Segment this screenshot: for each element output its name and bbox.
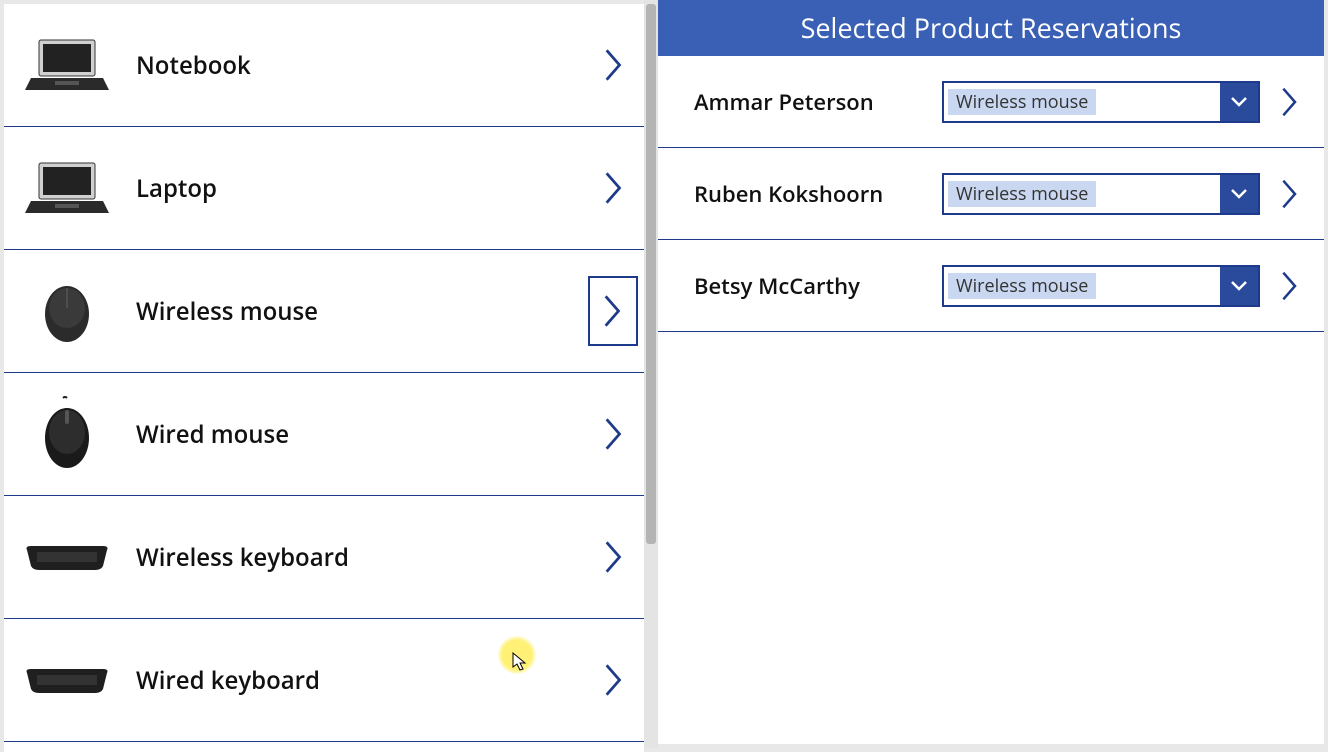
chevron-right-icon[interactable] bbox=[590, 410, 638, 458]
dropdown-value: Wireless mouse bbox=[948, 89, 1096, 115]
chevron-right-icon[interactable] bbox=[1270, 177, 1310, 211]
chevron-down-icon[interactable] bbox=[1220, 267, 1258, 305]
chevron-right-icon[interactable] bbox=[590, 164, 638, 212]
product-label: Wired mouse bbox=[136, 418, 590, 451]
reservation-row: Ruben Kokshoorn Wireless mouse bbox=[658, 148, 1324, 240]
product-dropdown[interactable]: Wireless mouse bbox=[942, 173, 1260, 215]
chevron-right-icon[interactable] bbox=[1270, 85, 1310, 119]
product-thumb-icon bbox=[22, 30, 112, 100]
reservation-row: Ammar Peterson Wireless mouse bbox=[658, 56, 1324, 148]
product-row[interactable]: Wired mouse bbox=[4, 373, 644, 496]
chevron-right-icon[interactable] bbox=[590, 656, 638, 704]
product-row[interactable]: Wired keyboard bbox=[4, 619, 644, 742]
product-dropdown[interactable]: Wireless mouse bbox=[942, 81, 1260, 123]
product-thumb-icon bbox=[22, 645, 112, 715]
product-thumb-icon bbox=[22, 153, 112, 223]
reservation-row: Betsy McCarthy Wireless mouse bbox=[658, 240, 1324, 332]
product-label: Notebook bbox=[136, 49, 590, 82]
dropdown-value: Wireless mouse bbox=[948, 181, 1096, 207]
reservations-title: Selected Product Reservations bbox=[658, 0, 1324, 56]
product-thumb-icon bbox=[22, 522, 112, 592]
product-list: Notebook Laptop Wireless mouse Wired mou… bbox=[4, 4, 644, 752]
product-thumb-icon bbox=[22, 276, 112, 346]
product-row[interactable]: Wireless keyboard bbox=[4, 496, 644, 619]
chevron-right-icon[interactable] bbox=[1270, 269, 1310, 303]
product-row[interactable]: Notebook bbox=[4, 4, 644, 127]
product-dropdown[interactable]: Wireless mouse bbox=[942, 265, 1260, 307]
product-label: Wireless mouse bbox=[136, 295, 588, 328]
chevron-down-icon[interactable] bbox=[1220, 83, 1258, 121]
chevron-right-icon[interactable] bbox=[588, 276, 638, 346]
product-label: Laptop bbox=[136, 172, 590, 205]
chevron-down-icon[interactable] bbox=[1220, 175, 1258, 213]
reservations-panel: Selected Product Reservations Ammar Pete… bbox=[658, 0, 1324, 744]
scrollbar-thumb[interactable] bbox=[646, 4, 656, 544]
product-row[interactable]: Laptop bbox=[4, 127, 644, 250]
chevron-right-icon[interactable] bbox=[590, 533, 638, 581]
chevron-right-icon[interactable] bbox=[590, 41, 638, 89]
reservation-person: Ruben Kokshoorn bbox=[694, 179, 942, 209]
product-row[interactable]: Wireless mouse bbox=[4, 250, 644, 373]
product-thumb-icon bbox=[22, 399, 112, 469]
reservation-person: Betsy McCarthy bbox=[694, 271, 942, 301]
product-label: Wired keyboard bbox=[136, 664, 590, 697]
reservation-person: Ammar Peterson bbox=[694, 87, 942, 117]
product-label: Wireless keyboard bbox=[136, 541, 590, 574]
scrollbar[interactable] bbox=[644, 0, 658, 748]
dropdown-value: Wireless mouse bbox=[948, 273, 1096, 299]
